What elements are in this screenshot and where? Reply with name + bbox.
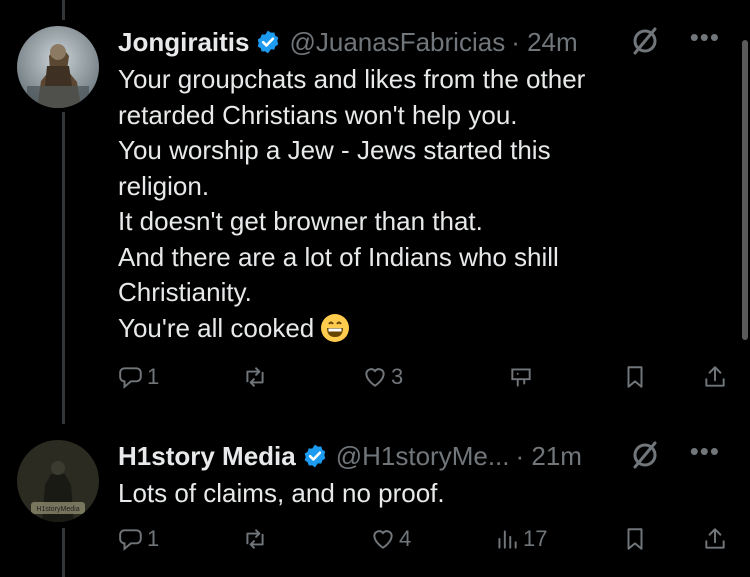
reply-count: 1 [147,526,160,551]
timestamp[interactable]: · 21m [516,441,582,472]
repost-icon [246,529,264,549]
analytics-icon [511,368,531,387]
reply-button[interactable]: 1 [118,526,159,552]
bookmark-icon [627,528,643,550]
analytics-button[interactable] [508,364,534,390]
verified-badge-icon [258,30,279,54]
like-button[interactable]: 3 [362,364,403,390]
text-line: Lots of claims, and no proof. [118,478,445,508]
display-name[interactable]: Jongiraitis [118,27,249,58]
views-button[interactable]: 17 [494,526,547,552]
more-icon[interactable]: ••• [690,22,720,53]
text-line: And there are a lot of Indians who shill [118,241,559,272]
repost-button[interactable] [242,364,271,390]
views-count: 17 [523,526,548,551]
views-icon [498,530,517,549]
verified-badge-icon [304,444,326,468]
avatar-label: H1storyMedia [36,506,79,513]
handle[interactable]: @JuanasFabricias [289,27,505,58]
reply-icon [119,529,142,551]
grok-icon[interactable] [630,26,660,56]
bookmark-button[interactable] [622,526,648,552]
reply-button[interactable]: 1 [118,364,159,390]
like-icon [373,530,393,549]
like-button[interactable]: 4 [370,526,411,552]
tweet-text: Lots of claims, and no proof. [118,476,730,512]
bookmark-button[interactable] [622,364,648,390]
text-line: Your groupchats and likes from the other [118,64,586,94]
share-button[interactable] [702,364,728,390]
repost-icon [246,367,264,387]
handle[interactable]: @H1storyMe... [336,441,510,472]
tweet-text: Your groupchats and likes from the other… [118,62,730,346]
share-button[interactable] [702,526,728,552]
action-bar: 1 4 17 [118,526,730,556]
like-count: 3 [391,364,404,389]
share-icon [705,528,725,549]
text-line: It doesn't get browner than that. [118,206,483,236]
tweet-2[interactable]: H1storyMedia H1story Media @H1storyMe...… [0,420,750,577]
like-icon [365,368,385,387]
timestamp[interactable]: · 24m [511,27,577,58]
scrollbar[interactable] [742,40,748,340]
text-line: Christianity. [118,277,252,307]
more-icon[interactable]: ••• [690,436,720,467]
tweet-1[interactable]: Jongiraitis @JuanasFabricias · 24m ••• Y… [0,0,750,420]
action-bar: 1 3 [118,364,730,394]
grinning-emoji-icon [321,313,350,342]
avatar[interactable] [17,26,99,108]
display-name[interactable]: H1story Media [118,441,296,472]
text-line: retarded Christians won't help you. [118,99,518,130]
share-icon [705,366,725,387]
like-count: 4 [399,526,412,551]
text-line: You worship a Jew - Jews started this [118,135,551,165]
avatar[interactable]: H1storyMedia [17,440,99,522]
repost-button[interactable] [242,526,271,552]
text-line: religion. [118,170,210,201]
text-line: You're all cooked [118,312,315,343]
reply-icon [119,367,142,389]
bookmark-icon [627,366,643,388]
grok-icon[interactable] [630,440,660,470]
reply-count: 1 [147,364,160,389]
